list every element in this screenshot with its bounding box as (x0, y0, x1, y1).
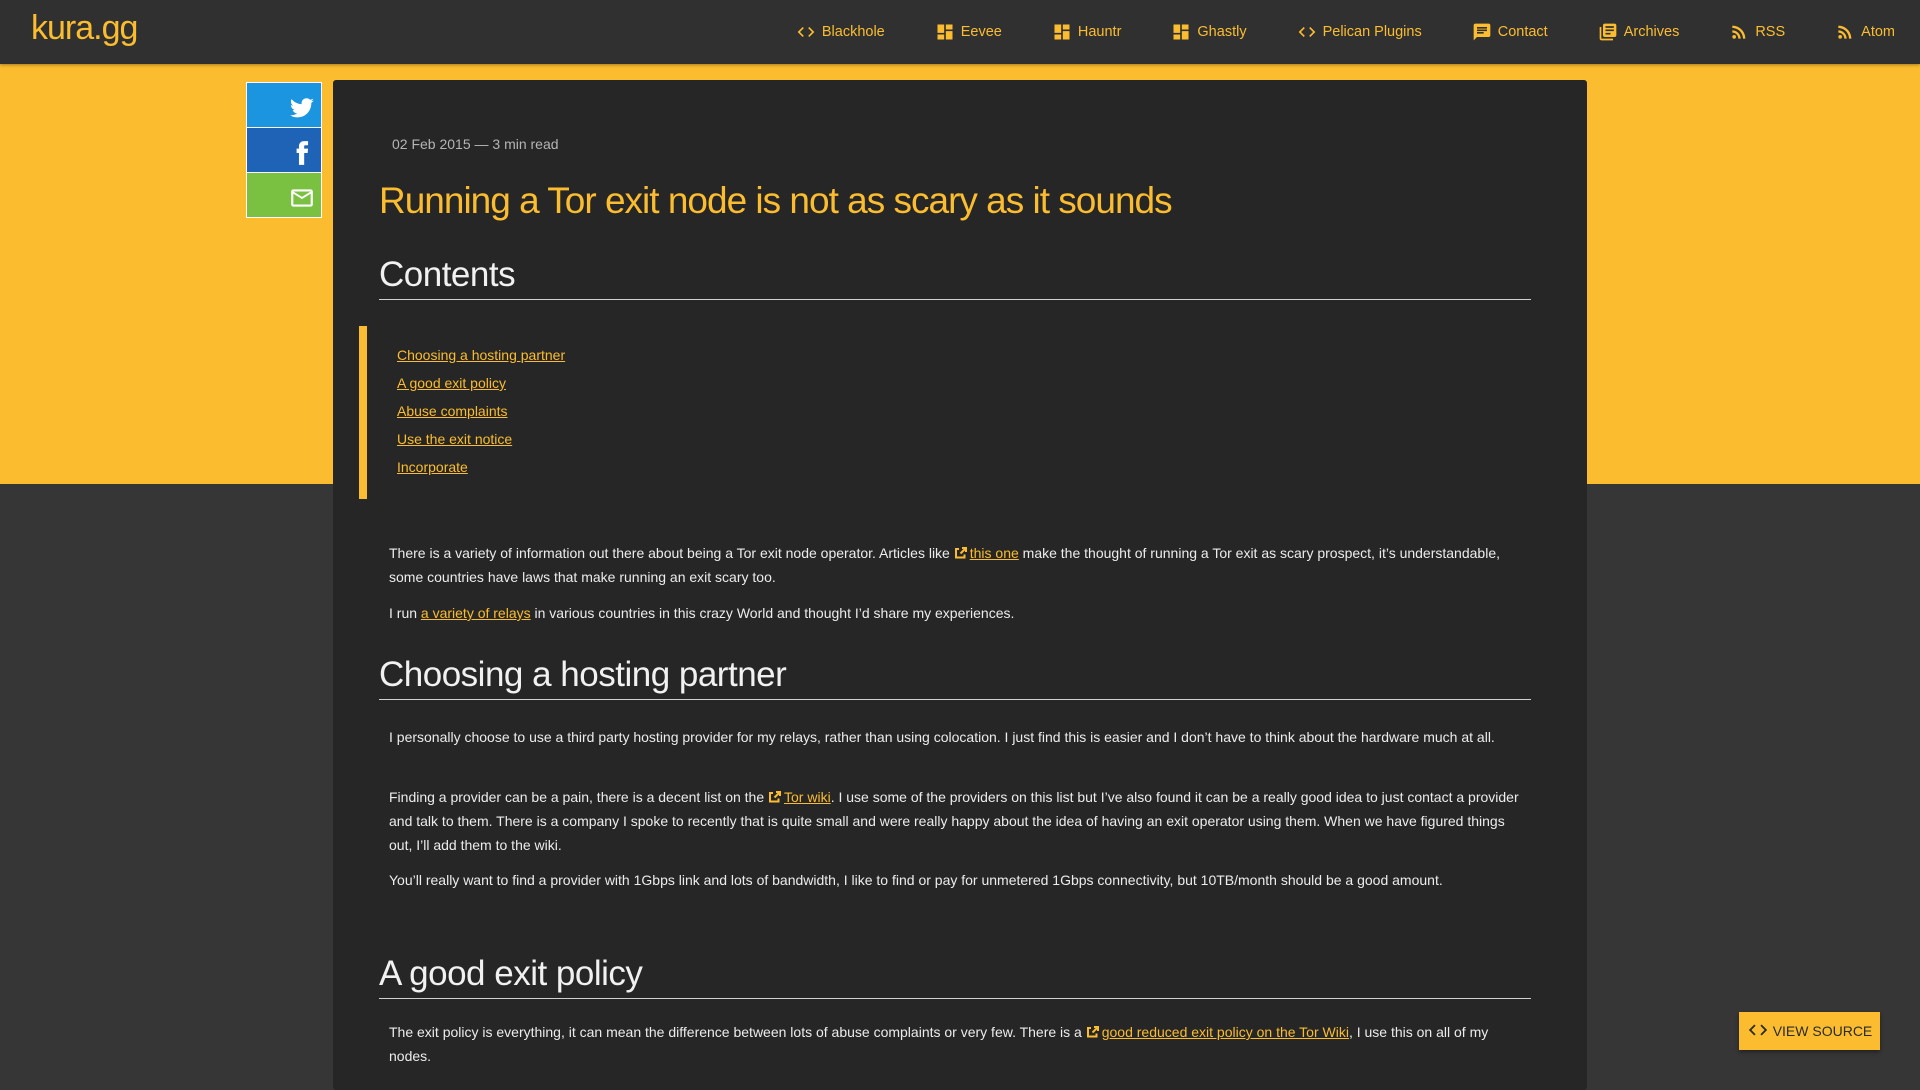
share-bar (246, 82, 322, 218)
heading-choosing-hosting: Choosing a hosting partner (379, 655, 1531, 700)
view-source-button[interactable]: VIEW SOURCE (1739, 1012, 1880, 1050)
nav-item-atom[interactable]: Atom (1810, 0, 1920, 64)
nav-item-pelican-plugins[interactable]: Pelican Plugins (1272, 0, 1447, 64)
hosting-paragraph-2: Finding a provider can be a pain, there … (389, 785, 1529, 857)
nav-label: Atom (1861, 24, 1895, 40)
nav-item-ghastly[interactable]: Ghastly (1146, 0, 1271, 64)
nav-label: RSS (1755, 24, 1786, 40)
toc-link-incorporate[interactable]: Incorporate (397, 459, 468, 475)
table-of-contents: Choosing a hosting partner A good exit p… (359, 326, 767, 499)
nav-label: Hauntr (1077, 24, 1122, 40)
code-icon (1297, 22, 1317, 42)
heading-exit-policy: A good exit policy (379, 954, 1531, 999)
dashboard-icon (1052, 22, 1072, 42)
nav-label: Eevee (960, 24, 1002, 40)
rss-icon (1729, 22, 1749, 42)
chat-icon (1472, 22, 1492, 42)
share-email-button[interactable] (246, 172, 322, 218)
external-link-icon (954, 542, 967, 559)
external-link-icon (1086, 1021, 1099, 1038)
nav-item-blackhole[interactable]: Blackhole (771, 0, 910, 64)
article-meta: 02 Feb 2015 — 3 min read (392, 136, 559, 152)
nav-item-archives[interactable]: Archives (1573, 0, 1705, 64)
toc-link-hosting[interactable]: Choosing a hosting partner (397, 347, 565, 363)
policy-paragraph-1: The exit policy is everything, it can me… (389, 1020, 1529, 1068)
nav-label: Blackhole (821, 24, 885, 40)
hosting-paragraph-3: You’ll really want to find a provider wi… (389, 872, 1443, 888)
rss-icon (1835, 22, 1855, 42)
hosting-paragraph-1: I personally choose to use a third party… (389, 729, 1495, 745)
intro-paragraph-2: I run a variety of relays in various cou… (389, 605, 1015, 621)
intro-paragraph-1: There is a variety of information out th… (389, 541, 1529, 589)
toc-link-exit-policy[interactable]: A good exit policy (397, 375, 506, 391)
dashboard-icon (1171, 22, 1191, 42)
contents-heading: Contents (379, 255, 1531, 300)
external-link-icon (769, 786, 782, 803)
link-reduced-exit-policy[interactable]: good reduced exit policy on the Tor Wiki (1102, 1024, 1349, 1040)
toc-link-exit-notice[interactable]: Use the exit notice (397, 431, 512, 447)
nav-label: Archives (1623, 24, 1680, 40)
toc-link-abuse[interactable]: Abuse complaints (397, 403, 508, 419)
article-card: 02 Feb 2015 — 3 min read Running a Tor e… (333, 80, 1587, 1090)
nav-item-hauntr[interactable]: Hauntr (1027, 0, 1147, 64)
share-facebook-button[interactable] (246, 127, 322, 172)
site-logo[interactable]: kura.gg (31, 9, 138, 48)
nav-item-contact[interactable]: Contact (1447, 0, 1573, 64)
link-variety-of-relays[interactable]: a variety of relays (421, 605, 531, 621)
nav-label: Pelican Plugins (1322, 24, 1422, 40)
code-icon (796, 22, 816, 42)
share-twitter-button[interactable] (246, 82, 322, 127)
dashboard-icon (935, 22, 955, 42)
view-source-label: VIEW SOURCE (1772, 1023, 1873, 1039)
code-icon (1747, 1019, 1773, 1044)
library-icon (1598, 22, 1618, 42)
link-this-one[interactable]: this one (970, 545, 1019, 561)
nav-label: Ghastly (1197, 24, 1247, 40)
nav-label: Contact (1497, 24, 1548, 40)
article-title: Running a Tor exit node is not as scary … (379, 180, 1173, 221)
link-tor-wiki[interactable]: Tor wiki (784, 789, 831, 805)
main-nav: Blackhole Eevee Hauntr Ghastly Pelican P… (771, 0, 1920, 64)
nav-item-eevee[interactable]: Eevee (910, 0, 1027, 64)
nav-item-rss[interactable]: RSS (1704, 0, 1810, 64)
top-navigation-bar: kura.gg Blackhole Eevee Hauntr Ghastly P… (0, 0, 1920, 64)
